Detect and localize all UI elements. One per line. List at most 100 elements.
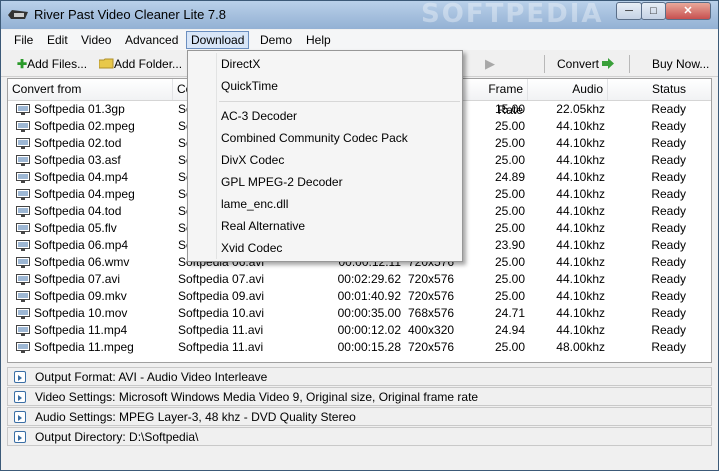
frame-rate: 25.00	[494, 204, 525, 218]
toolbar-separator	[544, 55, 545, 73]
column-convert-from[interactable]: Convert from	[8, 79, 173, 100]
video-settings-text: Video Settings: Microsoft Windows Media …	[35, 390, 479, 404]
window-title: River Past Video Cleaner Lite 7.8	[34, 7, 226, 22]
arrow-right-icon	[602, 58, 615, 69]
output-directory-panel[interactable]: Output Directory: D:\Softpedia\	[7, 427, 712, 446]
frame-rate: 25.00	[494, 136, 525, 150]
menu-item-lame-enc[interactable]: lame_enc.dll	[221, 195, 288, 213]
menu-help[interactable]: Help	[302, 32, 335, 48]
menu-download[interactable]: Download	[186, 31, 250, 49]
menu-video[interactable]: Video	[77, 32, 115, 48]
audio-rate: 44.10khz	[556, 119, 605, 133]
audio-rate: 44.10khz	[556, 187, 605, 201]
play-button[interactable]: ▶	[485, 55, 495, 73]
status: Ready	[651, 170, 686, 184]
file-name: Softpedia 06.mp4	[34, 238, 129, 252]
frame-rate: 24.94	[494, 323, 525, 337]
toolbar-separator	[629, 55, 630, 73]
table-row[interactable]: Softpedia 11.mp4 Softpedia 11.avi 00:00:12…	[8, 322, 711, 339]
monitor-icon	[16, 291, 30, 302]
video-settings-panel[interactable]: Video Settings: Microsoft Windows Media …	[7, 387, 712, 406]
status: Ready	[651, 204, 686, 218]
status: Ready	[651, 340, 686, 354]
buy-now-button[interactable]: Buy Now...	[652, 55, 709, 73]
frame-rate: 15.00	[494, 102, 525, 116]
frame-rate: 25.00	[494, 221, 525, 235]
monitor-icon	[16, 257, 30, 268]
expand-arrow-icon[interactable]	[14, 371, 26, 383]
plus-icon: ✚	[17, 57, 28, 71]
menu-item-quicktime[interactable]: QuickTime	[221, 77, 278, 95]
frame-rate: 24.71	[494, 306, 525, 320]
expand-arrow-icon[interactable]	[14, 411, 26, 423]
table-row[interactable]: Softpedia 11.mpeg Softpedia 11.avi 00:00:1…	[8, 339, 711, 356]
resolution: 720x576	[408, 289, 455, 303]
file-name: Softpedia 04.tod	[34, 204, 122, 218]
minimize-button[interactable]: ─	[616, 2, 642, 20]
add-files-button[interactable]: ✚Add Files...	[17, 55, 87, 73]
menu-item-ac3-decoder[interactable]: AC-3 Decoder	[221, 107, 297, 125]
convert-button[interactable]: Convert	[557, 55, 615, 73]
monitor-icon	[16, 308, 30, 319]
menu-file[interactable]: File	[10, 32, 37, 48]
audio-rate: 48.00khz	[556, 340, 605, 354]
status: Ready	[651, 323, 686, 337]
output-format-panel[interactable]: Output Format: AVI - Audio Video Interle…	[7, 367, 712, 386]
audio-rate: 44.10khz	[556, 306, 605, 320]
file-name: Softpedia 05.flv	[34, 221, 117, 235]
duration: 00:00:15.28	[337, 340, 401, 354]
audio-rate: 44.10khz	[556, 136, 605, 150]
menu-item-directx[interactable]: DirectX	[221, 55, 260, 73]
add-folder-button[interactable]: Add Folder...	[98, 55, 182, 73]
table-row[interactable]: Softpedia 07.avi Softpedia 07.avi 00:02:29…	[8, 271, 711, 288]
menu-item-divx-codec[interactable]: DivX Codec	[221, 151, 284, 169]
output-name: Softpedia 10.avi	[178, 306, 265, 320]
output-name: Softpedia 09.avi	[178, 289, 265, 303]
column-audio[interactable]: Audio	[528, 79, 608, 100]
audio-rate: 44.10khz	[556, 204, 605, 218]
file-name: Softpedia 01.3gp	[34, 102, 125, 116]
file-name: Softpedia 02.tod	[34, 136, 122, 150]
frame-rate: 25.00	[494, 119, 525, 133]
menu-demo[interactable]: Demo	[256, 32, 296, 48]
menu-item-gpl-mpeg2[interactable]: GPL MPEG-2 Decoder	[221, 173, 343, 191]
frame-rate: 25.00	[494, 289, 525, 303]
table-row[interactable]: Softpedia 10.mov Softpedia 10.avi 00:00:35…	[8, 305, 711, 322]
expand-arrow-icon[interactable]	[14, 431, 26, 443]
resolution: 768x576	[408, 306, 455, 320]
frame-rate: 25.00	[494, 272, 525, 286]
audio-settings-panel[interactable]: Audio Settings: MPEG Layer-3, 48 khz - D…	[7, 407, 712, 426]
table-row[interactable]: Softpedia 09.mkv Softpedia 09.avi 00:01:40…	[8, 288, 711, 305]
menu-bar: File Edit Video Advanced Download Demo H…	[1, 30, 718, 50]
folder-icon	[98, 58, 114, 69]
menu-item-real-alternative[interactable]: Real Alternative	[221, 217, 305, 235]
audio-rate: 44.10khz	[556, 272, 605, 286]
expand-arrow-icon[interactable]	[14, 391, 26, 403]
menu-edit[interactable]: Edit	[43, 32, 72, 48]
frame-rate: 24.89	[494, 170, 525, 184]
title-bar[interactable]: River Past Video Cleaner Lite 7.8 SOFTPE…	[1, 0, 718, 29]
menu-separator	[219, 101, 460, 102]
audio-rate: 44.10khz	[556, 221, 605, 235]
frame-rate: 25.00	[494, 340, 525, 354]
menu-item-xvid-codec[interactable]: Xvid Codec	[221, 239, 282, 257]
monitor-icon	[16, 172, 30, 183]
monitor-icon	[16, 138, 30, 149]
monitor-icon	[16, 342, 30, 353]
output-directory-text: Output Directory: D:\Softpedia\	[35, 430, 199, 444]
monitor-icon	[16, 325, 30, 336]
menu-item-cccp[interactable]: Combined Community Codec Pack	[221, 129, 408, 147]
status: Ready	[651, 272, 686, 286]
column-status[interactable]: Status	[608, 79, 690, 100]
menu-advanced[interactable]: Advanced	[121, 32, 182, 48]
status: Ready	[651, 255, 686, 269]
maximize-button[interactable]: □	[641, 2, 666, 20]
file-name: Softpedia 06.wmv	[34, 255, 130, 269]
close-button[interactable]: ✕	[665, 2, 711, 20]
column-frame-rate[interactable]: Frame Rate	[463, 79, 528, 117]
audio-rate: 44.10khz	[556, 255, 605, 269]
resolution: 720x576	[408, 340, 455, 354]
file-name: Softpedia 09.mkv	[34, 289, 127, 303]
frame-rate: 23.90	[494, 238, 525, 252]
audio-rate: 44.10khz	[556, 238, 605, 252]
